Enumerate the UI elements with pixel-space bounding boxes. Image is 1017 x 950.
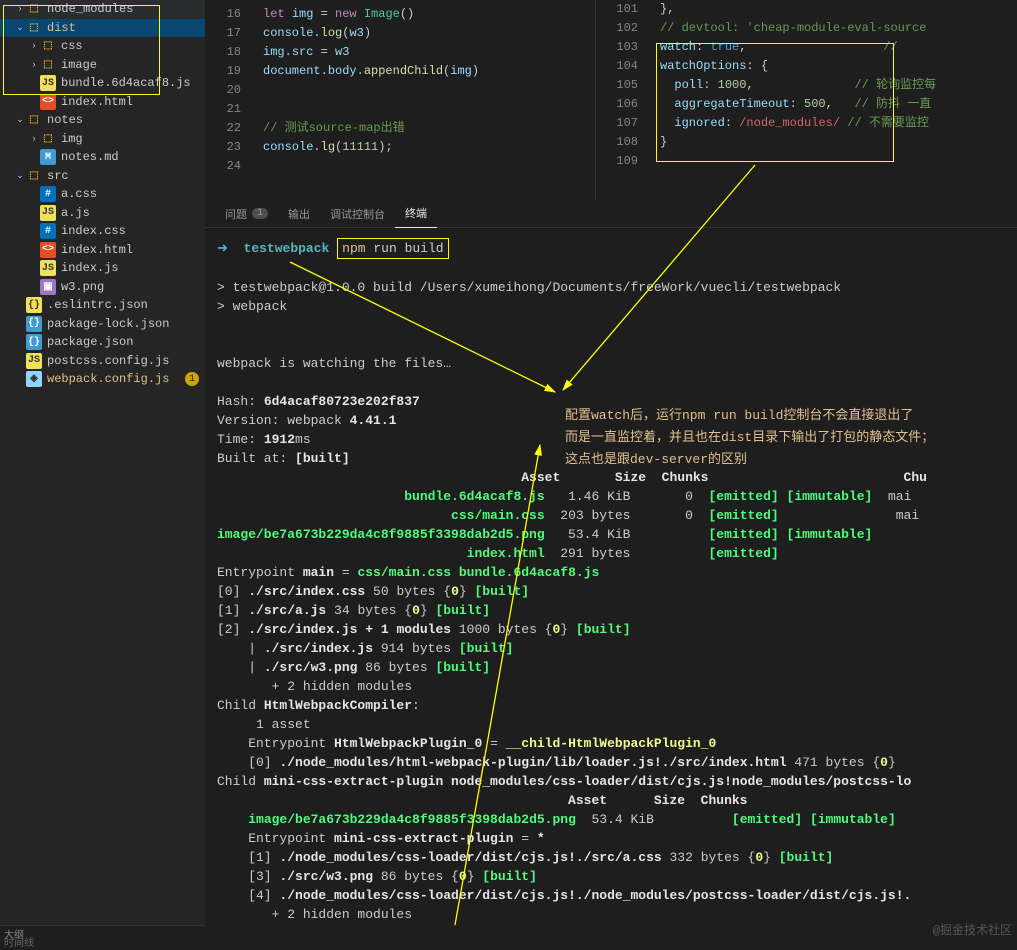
editor-left-pane[interactable]: 15161718192021222324 图片引入，返回的结果是一个新的图片地址… xyxy=(205,0,595,200)
tree-item-label: bundle.6d4acaf8.js xyxy=(61,76,191,90)
tree-item-label: img xyxy=(61,132,83,146)
tree-item-label: index.html xyxy=(61,95,133,109)
tree-item-index-js[interactable]: JS index.js xyxy=(0,259,205,278)
tree-item-bundle-6d4acaf8-js[interactable]: JS bundle.6d4acaf8.js xyxy=(0,74,205,93)
tree-item-dist[interactable]: ⌄⬚ dist xyxy=(0,19,205,38)
folder-icon: ⬚ xyxy=(26,1,42,17)
panel-tab-输出[interactable]: 输出 xyxy=(278,200,320,228)
tree-item-package-lock-json[interactable]: {} package-lock.json xyxy=(0,315,205,334)
png-icon: ▣ xyxy=(40,279,56,295)
panel-tabs[interactable]: 问题1输出调试控制台终端 xyxy=(205,200,1017,228)
chevron-icon: ⌄ xyxy=(14,115,26,125)
folder-icon: ⬚ xyxy=(40,38,56,54)
chevron-icon: ⌄ xyxy=(14,23,26,33)
tree-item-label: index.css xyxy=(61,224,126,238)
tree-item-image[interactable]: ›⬚ image xyxy=(0,56,205,75)
tree-item-package-json[interactable]: {} package.json xyxy=(0,333,205,352)
folder-icon: ⬚ xyxy=(26,168,42,184)
css-icon: # xyxy=(40,223,56,239)
chevron-icon: › xyxy=(28,41,40,51)
tree-item-label: dist xyxy=(47,21,76,35)
pkg-icon: {} xyxy=(26,334,42,350)
panel-tab-调试控制台[interactable]: 调试控制台 xyxy=(320,200,395,228)
problem-badge: 1 xyxy=(185,372,199,386)
line-numbers-gutter: 15161718192021222324 xyxy=(205,0,255,176)
tree-item-label: index.js xyxy=(61,261,119,275)
tree-item-label: webpack.config.js xyxy=(47,372,169,386)
tree-item-a-js[interactable]: JS a.js xyxy=(0,204,205,223)
tree-item-label: a.js xyxy=(61,206,90,220)
json-icon: {} xyxy=(26,297,42,313)
file-explorer-sidebar[interactable]: ›⬚node_modules⌄⬚dist›⬚css›⬚imageJSbundle… xyxy=(0,0,205,941)
panel-tab-终端[interactable]: 终端 xyxy=(395,200,437,228)
tree-item-label: postcss.config.js xyxy=(47,354,169,368)
wp-icon: ◈ xyxy=(26,371,42,387)
tree-item-label: src xyxy=(47,169,69,183)
tree-item-label: notes xyxy=(47,113,83,127)
bottom-panel: 问题1输出调试控制台终端 ➜ testwebpack npm run build… xyxy=(205,200,1017,925)
watermark: @掘金技术社区 xyxy=(933,921,1012,938)
chevron-icon: › xyxy=(14,4,26,14)
tree-item-label: image xyxy=(61,58,97,72)
js-icon: JS xyxy=(40,75,56,91)
chevron-icon: › xyxy=(28,134,40,144)
tree-item-label: a.css xyxy=(61,187,97,201)
md-icon: M xyxy=(40,149,56,165)
chevron-icon: › xyxy=(28,60,40,70)
tree-item-notes[interactable]: ⌄⬚ notes xyxy=(0,111,205,130)
tree-item-label: package-lock.json xyxy=(47,317,169,331)
tree-item-label: node_modules xyxy=(47,2,133,16)
html-icon: <> xyxy=(40,94,56,110)
tree-item-label: package.json xyxy=(47,335,133,349)
code-content-left[interactable]: 图片引入，返回的结果是一个新的图片地址let img = new Image()… xyxy=(263,0,595,176)
chevron-icon: ⌄ xyxy=(14,171,26,181)
folder-icon: ⬚ xyxy=(40,57,56,73)
tree-item-img[interactable]: ›⬚ img xyxy=(0,130,205,149)
folder-icon: ⬚ xyxy=(26,20,42,36)
tree-item-label: index.html xyxy=(61,243,133,257)
tree-item-notes-md[interactable]: Mnotes.md xyxy=(0,148,205,167)
tree-item-label: notes.md xyxy=(61,150,119,164)
code-content-right[interactable]: },// devtool: 'cheap-module-eval-sourcew… xyxy=(660,0,1017,171)
editor-right-pane[interactable]: 101102103104105106107108109 },// devtool… xyxy=(595,0,1017,200)
js-icon: JS xyxy=(26,353,42,369)
tree-item--eslintrc-json[interactable]: {} .eslintrc.json xyxy=(0,296,205,315)
tree-item-label: w3.png xyxy=(61,280,104,294)
tree-item-label: css xyxy=(61,39,83,53)
tree-item-label: .eslintrc.json xyxy=(47,298,148,312)
tree-item-postcss-config-js[interactable]: JS postcss.config.js xyxy=(0,352,205,371)
editor-area: 15161718192021222324 图片引入，返回的结果是一个新的图片地址… xyxy=(205,0,1017,200)
tree-item-webpack-config-js[interactable]: ◈ webpack.config.js 1 xyxy=(0,370,205,389)
tree-item-index-html[interactable]: <> index.html xyxy=(0,93,205,112)
line-numbers-gutter: 101102103104105106107108109 xyxy=(596,0,652,171)
folder-icon: ⬚ xyxy=(40,131,56,147)
css-icon: # xyxy=(40,186,56,202)
js-icon: JS xyxy=(40,260,56,276)
panel-tab-问题[interactable]: 问题1 xyxy=(215,200,278,228)
tree-item-index-html[interactable]: <> index.html xyxy=(0,241,205,260)
html-icon: <> xyxy=(40,242,56,258)
problem-count-badge: 1 xyxy=(252,208,268,219)
tree-item-index-css[interactable]: # index.css xyxy=(0,222,205,241)
js-icon: JS xyxy=(40,205,56,221)
tree-item-src[interactable]: ⌄⬚ src xyxy=(0,167,205,186)
tree-item-css[interactable]: ›⬚ css xyxy=(0,37,205,56)
terminal-output[interactable]: ➜ testwebpack npm run build > testwebpac… xyxy=(205,228,1017,925)
statusbar[interactable]: 大纲 时间线 xyxy=(0,925,205,941)
tree-item-a-css[interactable]: # a.css xyxy=(0,185,205,204)
tree-item-node-modules[interactable]: ›⬚ node_modules xyxy=(0,0,205,19)
tree-item-w3-png[interactable]: ▣ w3.png xyxy=(0,278,205,297)
pkg-icon: {} xyxy=(26,316,42,332)
folder-icon: ⬚ xyxy=(26,112,42,128)
